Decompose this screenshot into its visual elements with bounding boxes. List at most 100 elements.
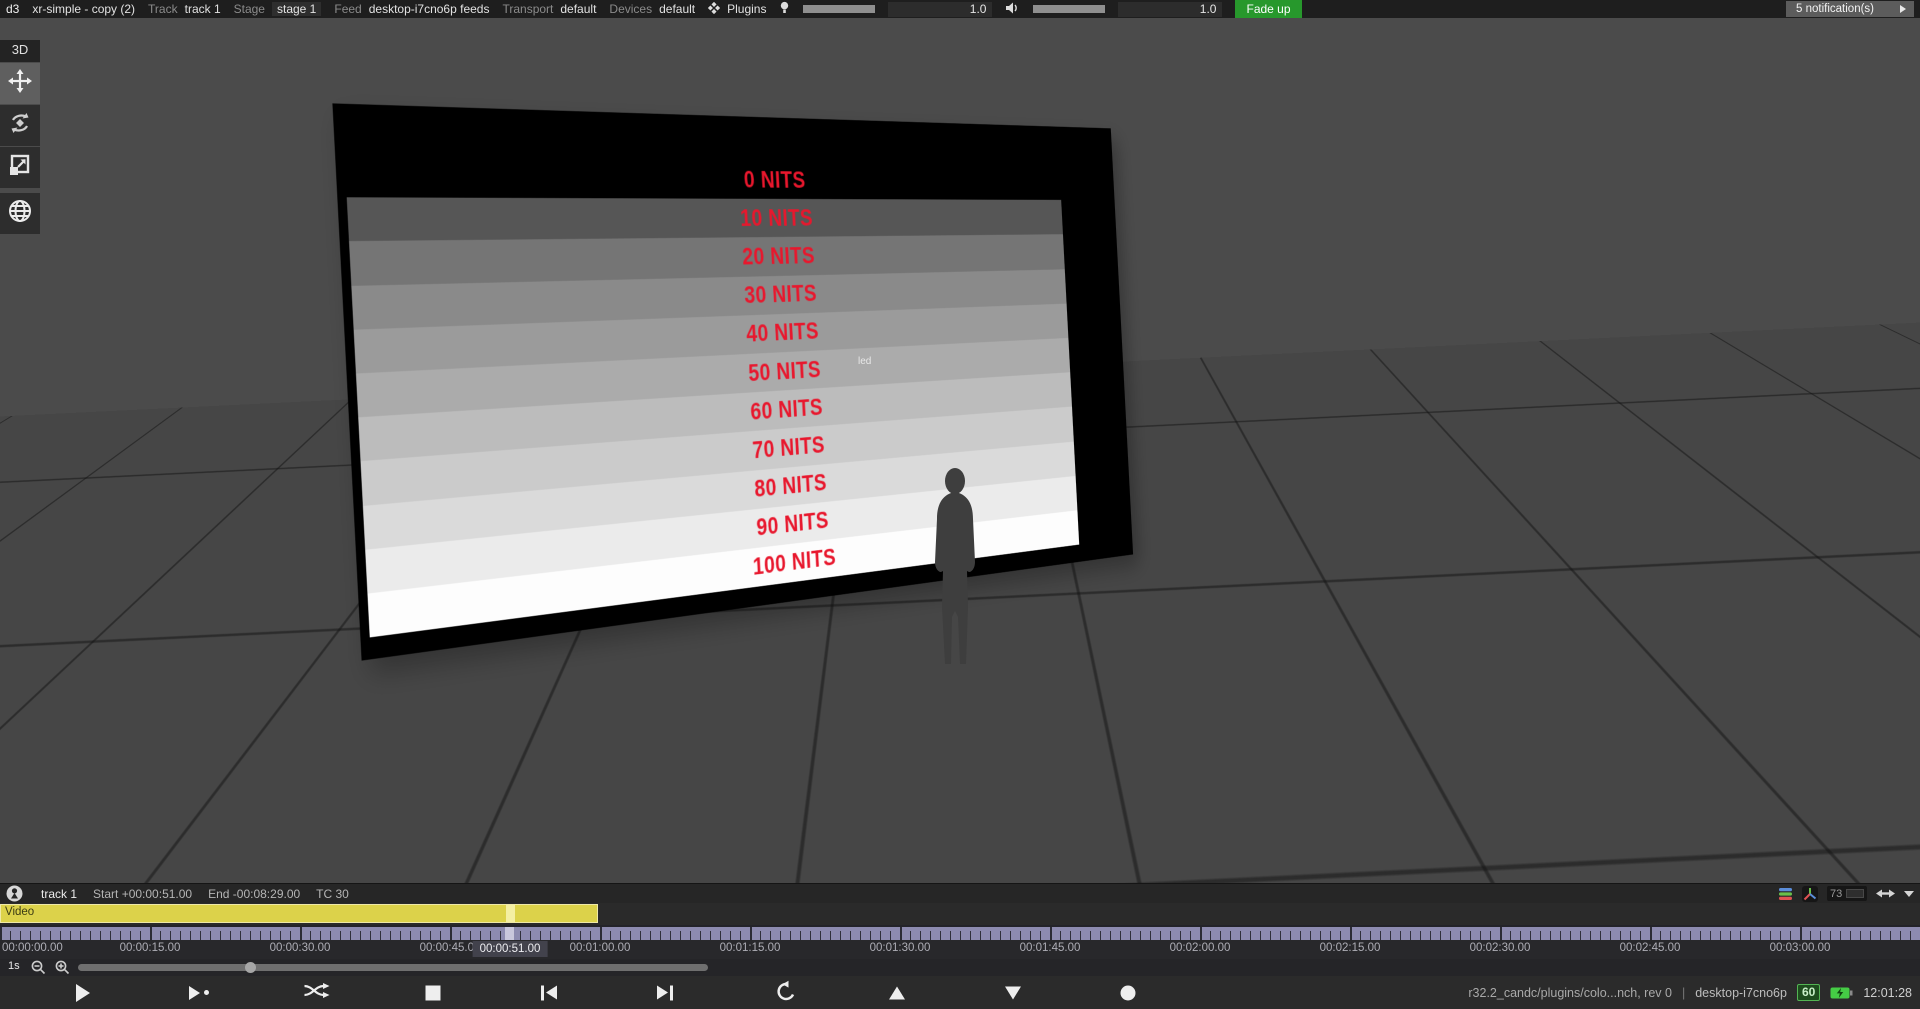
brightness-slider-fill — [803, 5, 875, 13]
ruler-playhead[interactable] — [505, 927, 514, 940]
battery-icon — [1830, 987, 1853, 999]
nits-band-label: 100 NITS — [752, 544, 836, 581]
view-mode-label[interactable]: 3D — [0, 40, 40, 62]
loop-sections-icon — [304, 981, 331, 1004]
fps-badge: 60 — [1797, 984, 1820, 1001]
play-section-button[interactable] — [189, 986, 209, 1000]
camera-dome-line — [1666, 740, 1743, 816]
playhead-timecode[interactable]: 00:00:51.00 — [473, 941, 548, 957]
project-menu[interactable]: xr-simple - copy (2) — [32, 2, 135, 16]
stop-button[interactable] — [426, 985, 441, 1000]
timeline-timecode: 00:00:45.00 — [420, 942, 481, 954]
nits-band-label: 10 NITS — [740, 205, 814, 232]
cue-down-button[interactable] — [1005, 986, 1021, 999]
stage-viewport[interactable]: 0 NITS 10 NITS 20 NITS 30 NITS — [0, 18, 1920, 883]
machine-name: desktop-i7cno6p — [1695, 986, 1787, 1000]
status-bar: r32.2_candc/plugins/colo...nch, rev 0 | … — [1468, 976, 1912, 1009]
track-menu-group: Track track 1 — [148, 2, 221, 16]
nits-band-label: 50 NITS — [748, 356, 822, 387]
nits-band-label: 90 NITS — [756, 507, 830, 542]
video-layer-bar[interactable]: Video — [0, 904, 598, 923]
nits-band-label: 80 NITS — [754, 469, 828, 503]
timeline-timecode: 00:01:15.00 — [720, 942, 781, 954]
transport-bar: r32.2_candc/plugins/colo...nch, rev 0 | … — [0, 976, 1920, 1009]
record-icon — [1121, 985, 1136, 1000]
view-toolbar: 3D — [0, 40, 40, 234]
track-end-time[interactable]: End -00:08:29.00 — [208, 887, 300, 901]
ruler-major-ticks — [0, 927, 1920, 940]
timeline-timecode: 00:02:00.00 — [1170, 942, 1231, 954]
plugins-icon — [708, 2, 720, 17]
volume-slider-fill — [1033, 5, 1105, 13]
devices-menu-value[interactable]: default — [659, 2, 695, 16]
cue-up-button[interactable] — [889, 986, 905, 999]
fade-up-button[interactable]: Fade up — [1235, 0, 1301, 18]
timeline-timecode: 00:01:00.00 — [570, 942, 631, 954]
record-button[interactable] — [1121, 985, 1136, 1000]
timeline-timecode: 00:00:30.00 — [270, 942, 331, 954]
menu-bar: d3 xr-simple - copy (2) Track track 1 St… — [0, 0, 1920, 18]
volume-value[interactable]: 1.0 — [1118, 2, 1222, 17]
return-icon — [773, 980, 796, 1006]
plugins-menu-value[interactable]: Plugins — [727, 2, 766, 16]
track-header-tools: 73 — [1778, 886, 1914, 902]
track-icon[interactable] — [6, 885, 23, 902]
nits-band-label: 30 NITS — [744, 280, 818, 309]
next-section-button[interactable] — [657, 985, 673, 1000]
stage-menu-label: Stage — [234, 2, 265, 16]
feed-menu-label: Feed — [334, 2, 361, 16]
nits-band: 0 NITS — [344, 153, 1061, 200]
thumbnail-toggle-icon[interactable] — [1846, 889, 1864, 898]
track-scale-value[interactable]: 73 — [1827, 886, 1867, 901]
axes-icon[interactable] — [1802, 886, 1818, 902]
timeline-scrollbar[interactable] — [78, 964, 708, 971]
clock: 12:01:28 — [1863, 986, 1912, 1000]
timeline-ruler[interactable] — [0, 925, 1920, 940]
play-section-icon — [189, 986, 200, 1000]
brightness-slider[interactable] — [803, 5, 875, 13]
status-separator: | — [1682, 986, 1685, 1000]
scale-tool-button[interactable] — [0, 147, 40, 188]
prev-section-button[interactable] — [541, 985, 557, 1000]
layers-icon[interactable] — [1778, 887, 1793, 901]
globe-tool-button[interactable] — [0, 193, 40, 234]
transport-menu-value[interactable]: default — [560, 2, 596, 16]
app-menu[interactable]: d3 — [6, 2, 19, 16]
notifications-expand-icon[interactable] — [1900, 5, 1906, 13]
loop-sections-button[interactable] — [304, 981, 331, 1004]
camera-wireframe[interactable]: pcam — [1570, 704, 1780, 874]
video-layer-label: Video — [5, 906, 34, 918]
volume-slider[interactable] — [1033, 5, 1105, 13]
timeline-scroll-row: 1s — [0, 959, 1920, 976]
up-icon — [889, 986, 905, 999]
nits-band-label: 20 NITS — [742, 243, 816, 271]
video-playhead[interactable] — [506, 905, 515, 922]
track-menu-value[interactable]: track 1 — [185, 2, 221, 16]
fit-width-icon[interactable] — [1876, 888, 1895, 899]
feed-menu-value[interactable]: desktop-i7cno6p feeds — [369, 2, 490, 16]
brightness-value[interactable]: 1.0 — [888, 2, 992, 17]
timeline-timecodes: 00:00:51.00 00:00:00.00 00:00:15.00 00:0… — [0, 940, 1920, 959]
rotate-icon — [8, 111, 32, 140]
timeline-timecode: 00:02:15.00 — [1320, 942, 1381, 954]
transport-menu-label: Transport — [502, 2, 553, 16]
track-name[interactable]: track 1 — [41, 887, 77, 901]
dropdown-icon[interactable] — [1904, 891, 1914, 897]
track-timecode-rate[interactable]: TC 30 — [316, 887, 349, 901]
camera-name-label: pcam — [1640, 771, 1672, 786]
move-tool-button[interactable] — [0, 63, 40, 104]
play-button[interactable] — [76, 984, 90, 1002]
track-start-time[interactable]: Start +00:00:51.00 — [93, 887, 192, 901]
notifications-chip[interactable]: 5 notification(s) — [1786, 1, 1914, 17]
timeline-scrollbar-knob[interactable] — [245, 962, 256, 973]
rotate-tool-button[interactable] — [0, 105, 40, 146]
timeline-timecode: 00:01:45.00 — [1020, 942, 1081, 954]
timeline-timecode: 00:00:15.00 — [120, 942, 181, 954]
stage-menu-group: Stage stage 1 — [234, 2, 322, 16]
video-layer-row: Video — [0, 903, 1920, 925]
stage-menu-value[interactable]: stage 1 — [272, 2, 321, 16]
next-section-icon — [657, 986, 668, 1000]
return-to-start-button[interactable] — [773, 980, 796, 1006]
nits-band-label: 40 NITS — [746, 318, 820, 348]
plugins-menu-group[interactable]: Plugins — [708, 2, 766, 17]
